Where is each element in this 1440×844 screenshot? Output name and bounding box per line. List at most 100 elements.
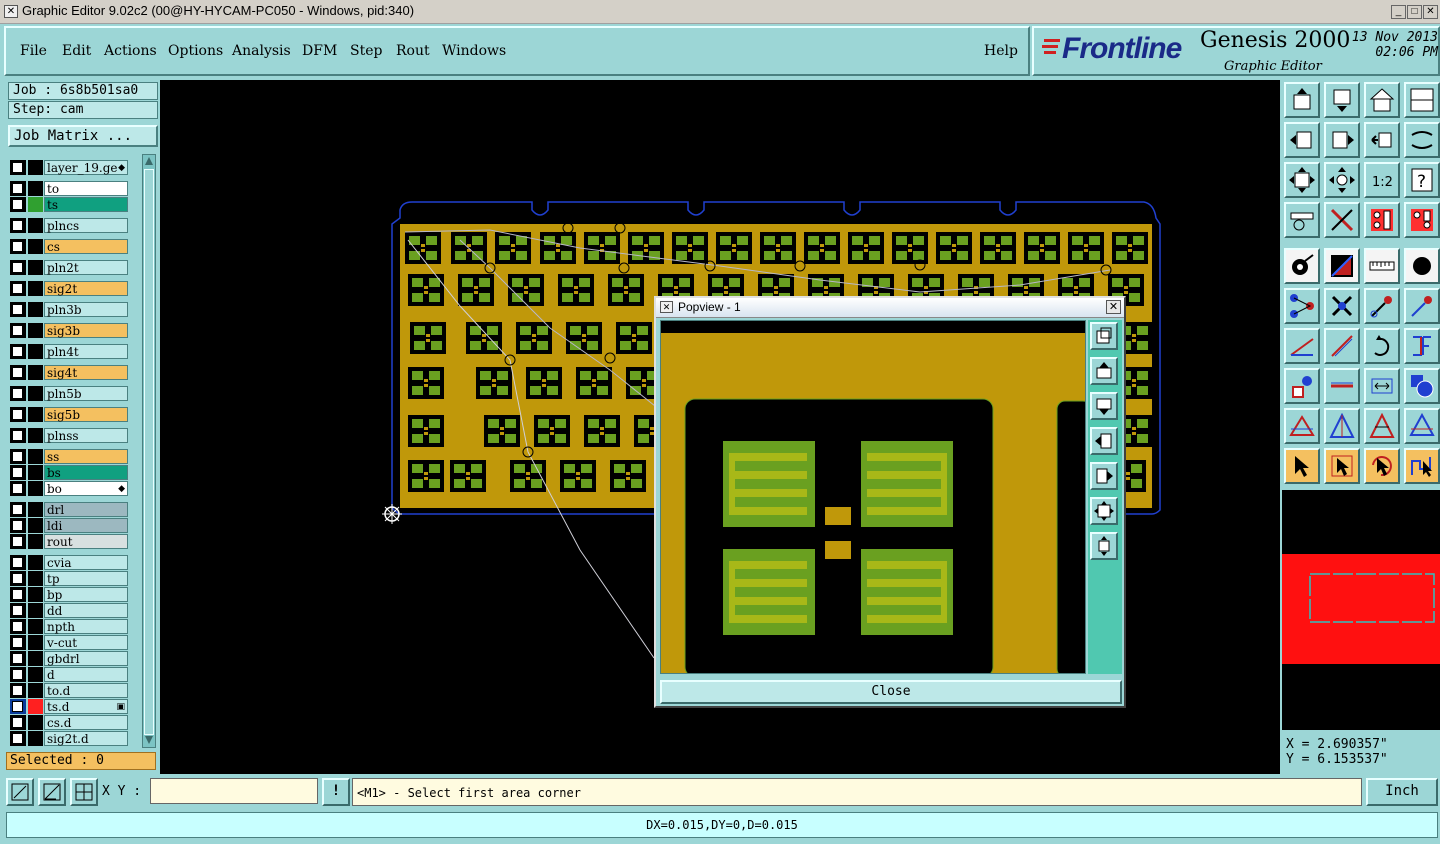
pointer-tool-button[interactable] — [1284, 448, 1320, 484]
menu-windows[interactable]: Windows — [442, 43, 506, 59]
layer-row-sig2t[interactable]: sig2t — [10, 281, 128, 296]
layer-name[interactable]: pln4t — [44, 344, 128, 359]
layer-color-swatch[interactable] — [28, 731, 43, 746]
layer-name[interactable]: v-cut — [44, 635, 128, 650]
layer-color-swatch[interactable] — [28, 667, 43, 682]
pad-tool-button[interactable] — [1284, 248, 1320, 284]
center-tool-button[interactable] — [1324, 162, 1360, 198]
layer-color-swatch[interactable] — [28, 407, 43, 422]
layer-color-swatch[interactable] — [28, 449, 43, 464]
layer-color-swatch[interactable] — [28, 239, 43, 254]
unit-button[interactable]: Inch — [1366, 778, 1438, 806]
layer-color-swatch[interactable] — [28, 218, 43, 233]
layer-row-sig3b[interactable]: sig3b — [10, 323, 128, 338]
layer-checkbox[interactable] — [12, 621, 23, 632]
layer-name[interactable]: sig2t — [44, 281, 128, 296]
layer-row-tp[interactable]: tp — [10, 571, 128, 586]
layer-checkbox[interactable] — [12, 409, 23, 420]
menu-edit[interactable]: Edit — [62, 43, 91, 59]
layer-row-sig2t-d[interactable]: sig2t.d — [10, 731, 128, 746]
layer-row-drl[interactable]: drl — [10, 502, 128, 517]
layer-color-swatch[interactable] — [28, 534, 43, 549]
move-left-tool-button[interactable] — [1284, 122, 1320, 158]
layer-color-swatch[interactable] — [28, 197, 43, 212]
layer-checkbox[interactable] — [12, 653, 23, 664]
layer-checkbox[interactable] — [12, 557, 23, 568]
layer-row-to[interactable]: to — [10, 181, 128, 196]
layer-color-swatch[interactable] — [28, 386, 43, 401]
layer-row-cs-d[interactable]: cs.d — [10, 715, 128, 730]
undo-view-tool-button[interactable] — [1364, 122, 1400, 158]
layer-color-swatch[interactable] — [28, 587, 43, 602]
layer-color-swatch[interactable] — [28, 481, 43, 496]
popview-close-button[interactable]: Close — [660, 680, 1122, 704]
layer-name[interactable]: ts — [44, 197, 128, 212]
layer-color-swatch[interactable] — [28, 428, 43, 443]
triangle4-tool-button[interactable] — [1404, 408, 1440, 444]
layer-up-tool-button[interactable] — [1364, 202, 1400, 238]
menu-help[interactable]: Help — [984, 43, 1018, 59]
layer-name[interactable]: bs — [44, 465, 128, 480]
menu-options[interactable]: Options — [168, 43, 223, 59]
layer-name[interactable]: to.d — [44, 683, 128, 698]
layer-name[interactable]: npth — [44, 619, 128, 634]
job-matrix-button[interactable]: Job Matrix ... — [8, 125, 158, 147]
layer-row-plncs[interactable]: plncs — [10, 218, 128, 233]
layer-name[interactable]: sig2t.d — [44, 731, 128, 746]
layer-name[interactable]: gbdrl — [44, 651, 128, 666]
move-down-tool-button[interactable] — [1324, 82, 1360, 118]
home-tool-button[interactable] — [1364, 82, 1400, 118]
arc-tool-button[interactable] — [1364, 328, 1400, 364]
menu-actions[interactable]: Actions — [104, 43, 157, 59]
layer-down-tool-button[interactable] — [1404, 202, 1440, 238]
layer-checkbox[interactable] — [12, 605, 23, 616]
node-tool-button[interactable] — [1284, 288, 1320, 324]
pointer-route-tool-button[interactable] — [1404, 448, 1440, 484]
line-tool-button[interactable] — [1324, 328, 1360, 364]
layer-name[interactable]: dd — [44, 603, 128, 618]
ruler-tool-button[interactable] — [1364, 248, 1400, 284]
layer-row-pln4t[interactable]: pln4t — [10, 344, 128, 359]
layer-checkbox[interactable] — [12, 162, 23, 173]
menu-dfm[interactable]: DFM — [302, 43, 337, 59]
layer-name[interactable]: d — [44, 667, 128, 682]
layer-checkbox[interactable] — [12, 669, 23, 680]
scroll-thumb[interactable] — [144, 169, 154, 735]
layer-color-swatch[interactable] — [28, 518, 43, 533]
layer-name[interactable]: pln5b — [44, 386, 128, 401]
layer-checkbox[interactable] — [12, 573, 23, 584]
layer-checkbox[interactable] — [12, 388, 23, 399]
layer-checkbox[interactable] — [12, 325, 23, 336]
layer-name[interactable]: pln2t — [44, 260, 128, 275]
cut-tool-button[interactable] — [1324, 202, 1360, 238]
layer-checkbox[interactable] — [12, 451, 23, 462]
triangle2-tool-button[interactable] — [1324, 408, 1360, 444]
layer-row-sig5b[interactable]: sig5b — [10, 407, 128, 422]
window-title-bar[interactable]: ✕ Graphic Editor 9.02c2 (00@HY-HYCAM-PC0… — [0, 0, 1440, 24]
redo-view-tool-button[interactable] — [1404, 122, 1440, 158]
layer-color-swatch[interactable] — [28, 683, 43, 698]
layer-row-pln5b[interactable]: pln5b — [10, 386, 128, 401]
layer-name[interactable]: bp — [44, 587, 128, 602]
layer-row-bo[interactable]: bo ◆ — [10, 481, 128, 496]
layer-color-swatch[interactable] — [28, 281, 43, 296]
layer-color-swatch[interactable] — [28, 323, 43, 338]
layer-name[interactable]: pln3b — [44, 302, 128, 317]
layer-checkbox[interactable] — [12, 504, 23, 515]
popview-pan-right-button[interactable] — [1090, 462, 1118, 490]
popview-title-bar[interactable]: ✕ Popview - 1 ✕ — [656, 298, 1124, 318]
layer-checkbox[interactable] — [12, 199, 23, 210]
layer-row-pln3b[interactable]: pln3b — [10, 302, 128, 317]
layer-name[interactable]: bo ◆ — [44, 481, 128, 496]
zoom-area-button[interactable] — [6, 778, 34, 806]
triangle3-tool-button[interactable] — [1364, 408, 1400, 444]
layer-checkbox[interactable] — [12, 483, 23, 494]
layer-name[interactable]: drl — [44, 502, 128, 517]
layer-row-gbdrl[interactable]: gbdrl — [10, 651, 128, 666]
layer-checkbox[interactable] — [12, 520, 23, 531]
layer-color-swatch[interactable] — [28, 502, 43, 517]
close-window-button[interactable]: ✕ — [1423, 5, 1438, 19]
layer-row-rout[interactable]: rout — [10, 534, 128, 549]
layer-color-swatch[interactable] — [28, 260, 43, 275]
minimize-button[interactable]: _ — [1391, 5, 1406, 19]
